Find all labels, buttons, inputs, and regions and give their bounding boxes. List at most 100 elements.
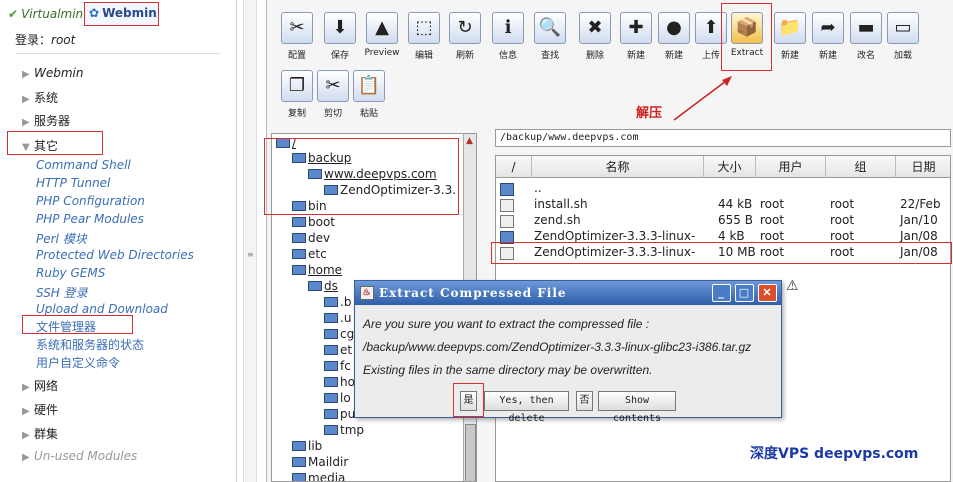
folder-icon [292,457,306,467]
toolbar-button-4[interactable]: ↻ 刷新 [446,8,484,66]
tree-node[interactable]: .b [324,295,351,309]
toolbar-button-row2-1[interactable]: ✂ 剪切 [314,66,352,124]
copy-icon: ❐ [281,70,313,102]
column-header[interactable]: 组 [826,156,896,178]
dialog-message: Are you sure you want to extract the com… [363,317,650,331]
category-network[interactable]: ▶ 网络 [22,377,58,394]
toolbar-button-7[interactable]: ✖ 删除 [576,8,614,66]
preview-icon: ▲ [366,12,398,44]
tree-node[interactable]: home [292,263,342,277]
toolbar-button-13[interactable]: ➦ 新建 [809,8,847,66]
folder-icon [324,297,338,307]
minimize-icon[interactable]: _ [712,284,731,302]
warning-icon: ⚠ [786,278,799,294]
toolbar-button-6[interactable]: 🔍 查找 [531,8,569,66]
toolbar-button-3[interactable]: ⬚ 编辑 [405,8,443,66]
maximize-icon[interactable]: □ [735,284,754,302]
column-header[interactable]: 大小 [704,156,756,178]
frame-splitter[interactable]: ≡ [243,0,257,482]
sidebar-item-php-pear[interactable]: PHP Pear Modules [36,212,144,226]
path-field[interactable]: /backup/www.deepvps.com [495,129,951,147]
chevron-right-icon: ▶ [22,382,30,393]
toolbar-button-row2-0[interactable]: ❐ 复制 [278,66,316,124]
category-hardware[interactable]: ▶ 硬件 [22,401,58,418]
tree-node[interactable]: media [292,471,345,481]
sidebar-item-perl-modules[interactable]: Perl 模块 [36,230,87,247]
folder-icon [292,217,306,227]
yes-then-delete-button[interactable]: Yes, then delete [484,391,569,424]
file-icon [500,199,514,212]
toolbar-button-1[interactable]: ⬇ 保存 [321,8,359,66]
no-button[interactable]: 否 [576,391,593,411]
highlight-box [22,315,133,334]
category-unused-modules[interactable]: ▶ Un-used Modules [22,449,137,463]
tree-node[interactable]: tmp [324,423,364,437]
tree-node[interactable]: .u [324,311,351,325]
folder-icon [292,441,306,451]
tree-node[interactable]: ds [308,279,338,293]
toolbar-button-15[interactable]: ▭ 加载 [884,8,922,66]
file-row[interactable]: .. [496,181,950,197]
column-header[interactable]: 名称 [532,156,704,178]
info-icon: ℹ [492,12,524,44]
category-servers[interactable]: ▶ 服务器 [22,112,70,129]
tree-node[interactable]: ho [324,375,355,389]
scroll-up-icon[interactable]: ▲ [466,136,473,146]
dialog-titlebar[interactable]: ♨ Extract Compressed File _ □ ✕ [355,281,781,305]
tree-node[interactable]: fc [324,359,351,373]
tree-node[interactable]: pu [324,407,355,421]
tree-node[interactable]: Maildir [292,455,348,469]
toolbar-button-14[interactable]: ▬ 改名 [847,8,885,66]
toolbar-button-12[interactable]: 📁 新建 [771,8,809,66]
sidebar-item-ssh-login[interactable]: SSH 登录 [36,284,88,301]
toolbar-button-2[interactable]: ▲ Preview [363,8,401,66]
tree-node[interactable]: boot [292,215,335,229]
folder-icon [500,183,514,196]
sidebar-item-upload-download[interactable]: Upload and Download [36,302,168,316]
tree-node[interactable]: etc [292,247,327,261]
category-system[interactable]: ▶ 系统 [22,89,58,106]
divider [15,53,220,54]
folder-icon [324,361,338,371]
folder-icon [292,249,306,259]
file-row[interactable]: install.sh 44 kB root root 22/Feb [496,197,950,213]
sidebar-item-php-config[interactable]: PHP Configuration [36,194,145,208]
close-icon[interactable]: ✕ [758,284,777,302]
sidebar-item-protected-dirs[interactable]: Protected Web Directories [36,248,194,262]
sidebar-item-ruby-gems[interactable]: Ruby GEMS [36,266,105,280]
tab-webmin[interactable]: ✿ Webmin [84,2,159,26]
edit-icon: ⬚ [408,12,440,44]
extract-dialog: ♨ Extract Compressed File _ □ ✕ Are you … [354,280,782,424]
new-file-icon: ✚ [620,12,652,44]
category-cluster[interactable]: ▶ 群集 [22,425,58,442]
toolbar-button-9[interactable]: ● 新建 [655,8,693,66]
column-header[interactable]: 用户 [756,156,826,178]
webmin-logo-icon: ✿ [89,6,100,20]
file-row[interactable]: zend.sh 655 Broot root Jan/10 [496,213,950,229]
show-contents-button[interactable]: Show contents [598,391,676,424]
sidebar-item-http-tunnel[interactable]: HTTP Tunnel [36,176,110,190]
sidebar-item-command-shell[interactable]: Command Shell [36,158,131,172]
toolbar-button-row2-2[interactable]: 📋 粘贴 [350,66,388,124]
file-icon [500,215,514,228]
folder-icon [324,425,338,435]
tree-node[interactable]: et [324,343,352,357]
sidebar-item-custom-commands[interactable]: 用户自定义命令 [36,354,120,371]
category-webmin[interactable]: ▶ Webmin [22,66,84,80]
toolbar-button-8[interactable]: ✚ 新建 [617,8,655,66]
chevron-right-icon: ▶ [22,406,30,417]
column-header[interactable]: / [496,156,532,178]
tree-node[interactable]: cg [324,327,354,341]
new-link-icon: ➦ [812,12,844,44]
toolbar-button-0[interactable]: ✂ 配置 [278,8,316,66]
folder-icon [292,473,306,481]
scroll-thumb[interactable] [465,424,476,481]
sidebar-item-system-status[interactable]: 系统和服务器的状态 [36,336,144,353]
tree-node[interactable]: dev [292,231,330,245]
paste-icon: 📋 [353,70,385,102]
tab-virtualmin[interactable]: ✔ Virtualmin [8,7,83,21]
toolbar-button-5[interactable]: ℹ 信息 [489,8,527,66]
column-header[interactable]: 日期 [896,156,950,178]
tree-node[interactable]: lib [292,439,322,453]
tree-node[interactable]: lo [324,391,351,405]
